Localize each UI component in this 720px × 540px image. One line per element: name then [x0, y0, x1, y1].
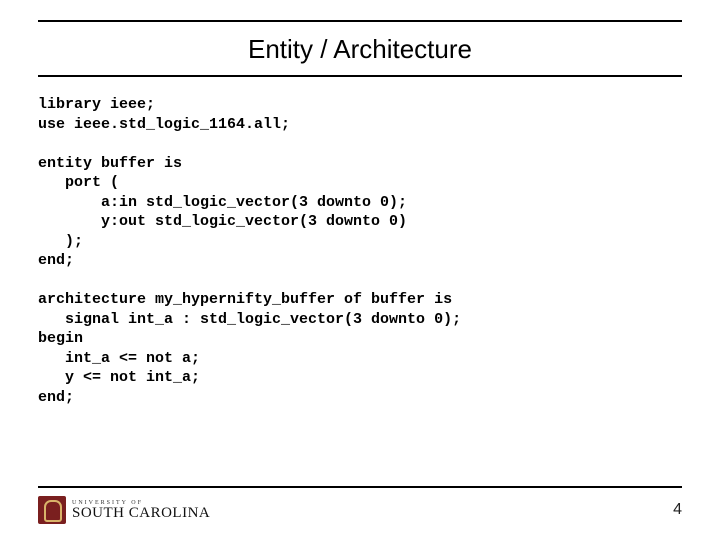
top-rule [38, 20, 682, 22]
logo-school-name: SOUTH CAROLINA [72, 506, 210, 521]
code-block: library ieee; use ieee.std_logic_1164.al… [38, 95, 682, 407]
slide: Entity / Architecture library ieee; use … [0, 0, 720, 540]
slide-title: Entity / Architecture [38, 28, 682, 75]
title-underline-rule [38, 75, 682, 77]
footer-row: UNIVERSITY OF SOUTH CAROLINA 4 [38, 494, 682, 526]
footer-rule [38, 486, 682, 488]
page-number: 4 [673, 501, 682, 519]
logo-text: UNIVERSITY OF SOUTH CAROLINA [72, 500, 210, 521]
university-logo: UNIVERSITY OF SOUTH CAROLINA [38, 496, 210, 524]
footer: UNIVERSITY OF SOUTH CAROLINA 4 [38, 486, 682, 526]
logo-mark-icon [38, 496, 66, 524]
